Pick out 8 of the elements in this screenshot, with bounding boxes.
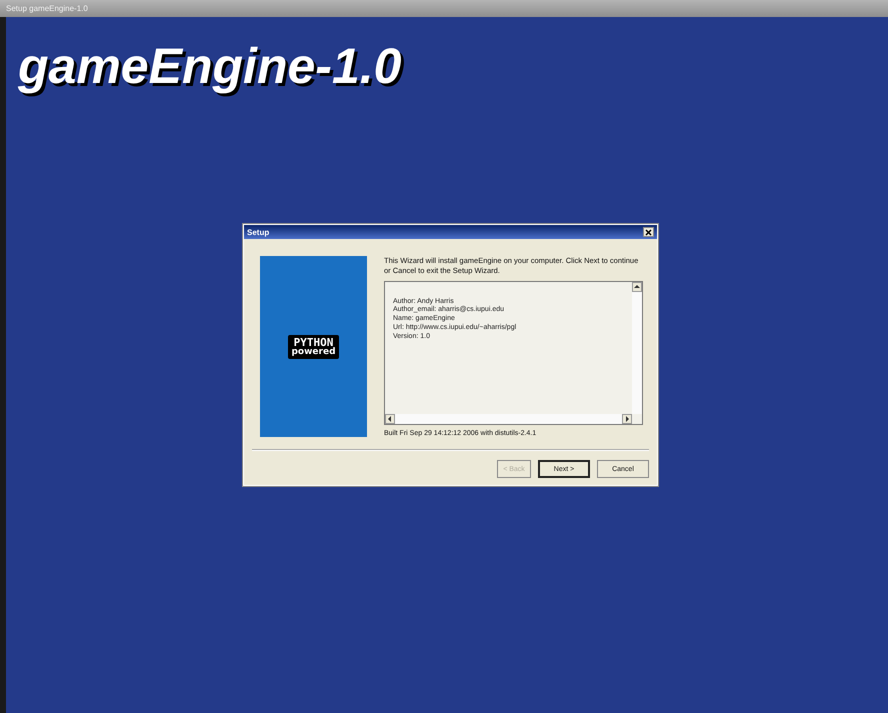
scroll-right-icon[interactable] [622, 414, 632, 424]
scroll-left-icon[interactable] [385, 414, 395, 424]
window-title: Setup gameEngine-1.0 [6, 4, 88, 13]
python-logo: PYTHON powered [288, 334, 339, 358]
dialog-title: Setup [247, 228, 270, 236]
close-button[interactable] [643, 227, 654, 237]
product-title: gameEngine-1.0 [18, 39, 402, 94]
scroll-up-icon[interactable] [632, 282, 642, 292]
